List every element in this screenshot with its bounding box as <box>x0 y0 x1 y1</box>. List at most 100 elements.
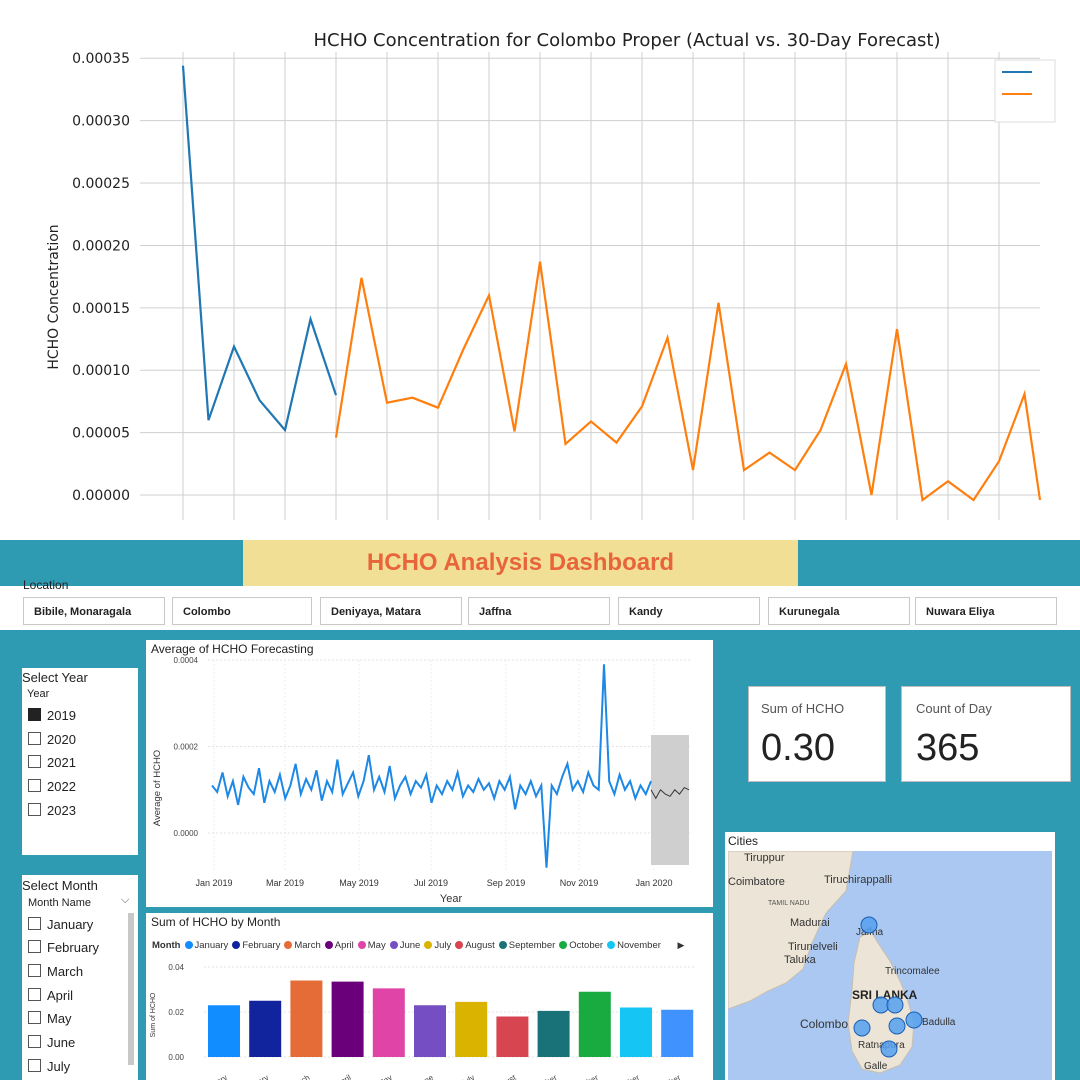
top-chart-ylabel: HCHO Concentration <box>46 224 62 369</box>
year-option-2022[interactable]: 2022 <box>28 779 76 794</box>
month-slicer: Select Month Month Name ⌵ January Februa… <box>22 875 138 1080</box>
fc-xtick-label: Jul 2019 <box>414 878 448 888</box>
top-chart-legend <box>994 59 1056 123</box>
bar-january <box>208 1005 240 1057</box>
bar-november <box>620 1007 652 1057</box>
year-option-2020[interactable]: 2020 <box>28 732 76 747</box>
legend-entry[interactable]: October <box>569 940 603 951</box>
checkbox[interactable] <box>28 732 41 745</box>
map-label-tamil-nadu: TAMIL NADU <box>768 900 810 907</box>
legend-entry[interactable]: September <box>509 940 555 951</box>
top-series-forecast <box>334 261 1042 502</box>
dashboard-title: HCHO Analysis Dashboard <box>243 540 798 586</box>
month-chart-yticks: 0.04 0.02 0.00 <box>168 963 184 1062</box>
legend-entry[interactable]: March <box>294 940 320 951</box>
year-option-2021[interactable]: 2021 <box>28 755 76 770</box>
fc-ytick-label: 0.0000 <box>174 829 199 838</box>
fc-xtick-label: Jan 2019 <box>195 878 232 888</box>
top-line-chart: HCHO Concentration for Colombo Proper (A… <box>46 30 1056 520</box>
map-label-colombo: Colombo <box>800 1017 848 1031</box>
fc-xtick-label: Sep 2019 <box>487 878 526 888</box>
fc-xtick-label: May 2019 <box>339 878 379 888</box>
month-chart-xticks: January February March April May June July Augu… <box>200 1073 683 1080</box>
checkbox[interactable] <box>28 803 41 816</box>
month-option-march[interactable]: March <box>28 964 83 979</box>
mc-xtick-label: March <box>288 1073 312 1080</box>
month-slicer-header: Month Name <box>28 897 91 909</box>
top-ytick-label: 0.00000 <box>72 488 130 504</box>
month-option-april[interactable]: April <box>28 988 73 1003</box>
location-button-jaffna[interactable]: Jaffna <box>468 597 610 625</box>
mc-xtick-label: October <box>571 1073 600 1080</box>
legend-swatch <box>498 941 507 949</box>
mc-xtick-label: February <box>238 1073 270 1080</box>
location-button-colombo[interactable]: Colombo <box>172 597 312 625</box>
legend-swatch <box>324 941 333 949</box>
cities-map[interactable]: Tiruppur Coimbatore Tiruchirappalli TAMI… <box>728 851 1052 1080</box>
top-ytick-label: 0.00020 <box>72 238 130 254</box>
month-option-june[interactable]: June <box>28 1035 75 1050</box>
year-option-2023[interactable]: 2023 <box>28 803 76 818</box>
map-label-coimbatore: Coimbatore <box>728 876 785 888</box>
legend-next-icon[interactable]: ▶ <box>678 940 685 950</box>
map-bubble-jaffna[interactable] <box>860 916 878 934</box>
legend-entry[interactable]: May <box>368 940 386 951</box>
top-ytick-label: 0.00030 <box>72 114 130 130</box>
location-button-kandy[interactable]: Kandy <box>618 597 760 625</box>
month-option-may[interactable]: May <box>28 1011 72 1026</box>
map-label-madurai: Madurai <box>790 917 830 929</box>
year-option-2019[interactable]: 2019 <box>28 708 76 723</box>
checkbox[interactable] <box>28 779 41 792</box>
legend-entry[interactable]: July <box>434 940 451 951</box>
map-bubble-nuwara-eliya[interactable] <box>905 1011 923 1029</box>
month-chart-legend: Month January February March April May June Jul… <box>152 940 685 951</box>
location-button-kurunegala[interactable]: Kurunegala <box>768 597 910 625</box>
fc-ytick-label: 0.0004 <box>174 656 199 665</box>
top-chart-lines <box>181 65 1042 502</box>
month-option-february[interactable]: February <box>28 940 99 955</box>
mc-ytick-label: 0.02 <box>168 1008 184 1017</box>
map-bubble-kandy[interactable] <box>886 996 904 1014</box>
map-label-badulla: Badulla <box>922 1017 956 1028</box>
hcho-dashboard: HCHO Analysis Dashboard Location Bibile,… <box>0 540 1080 1080</box>
location-button-nuwara-eliya[interactable]: Nuwara Eliya <box>915 597 1057 625</box>
sum-card-value: 0.30 <box>761 727 835 769</box>
month-slicer-scrollbar[interactable] <box>128 913 134 1065</box>
bar-august <box>496 1016 529 1057</box>
top-ytick-label: 0.00035 <box>72 51 130 67</box>
map-bubble-deniyaya[interactable] <box>880 1040 898 1058</box>
legend-swatch <box>357 941 366 949</box>
checkbox-checked[interactable] <box>28 708 41 721</box>
map-label-tiruchirappalli: Tiruchirappalli <box>824 874 892 886</box>
location-button-deniyaya[interactable]: Deniyaya, Matara <box>320 597 462 625</box>
top-chart-yticks: 0.00035 0.00030 0.00025 0.00020 0.00015 0.000… <box>72 51 130 504</box>
count-card-value: 365 <box>916 727 980 769</box>
legend-swatch <box>455 941 464 949</box>
legend-entry[interactable]: January <box>195 940 229 951</box>
location-button-bibile[interactable]: Bibile, Monaragala <box>23 597 165 625</box>
map-bubble-bibile[interactable] <box>888 1017 906 1035</box>
legend-entry[interactable]: June <box>400 940 421 951</box>
month-option-january[interactable]: January <box>28 917 93 932</box>
legend-swatch <box>232 941 241 949</box>
year-slicer-title: Select Year <box>22 670 88 685</box>
legend-swatch <box>389 941 398 949</box>
map-bubble-colombo[interactable] <box>853 1019 871 1037</box>
legend-entry[interactable]: February <box>242 940 280 951</box>
bar-march <box>290 980 323 1057</box>
month-option-july[interactable]: July <box>28 1059 70 1074</box>
mc-xtick-label: November <box>605 1073 642 1080</box>
bar-october <box>578 991 611 1057</box>
checkbox[interactable] <box>28 755 41 768</box>
chevron-down-icon[interactable]: ⌵ <box>121 894 129 907</box>
top-chart-title: HCHO Concentration for Colombo Proper (A… <box>314 30 941 51</box>
sum-of-hcho-card: Sum of HCHO 0.30 <box>748 686 886 782</box>
legend-entry[interactable]: April <box>335 940 354 951</box>
month-chart-bars <box>208 980 694 1057</box>
forecast-chart: 0.0004 0.0002 0.0000 Jan 2019 Mar 2019 May 2… <box>152 656 691 905</box>
mc-xtick-label: June <box>415 1073 435 1080</box>
legend-entry[interactable]: August <box>465 940 495 951</box>
forecast-chart-lines <box>211 664 690 868</box>
legend-entry[interactable]: November <box>617 940 661 951</box>
bar-may <box>372 988 405 1057</box>
